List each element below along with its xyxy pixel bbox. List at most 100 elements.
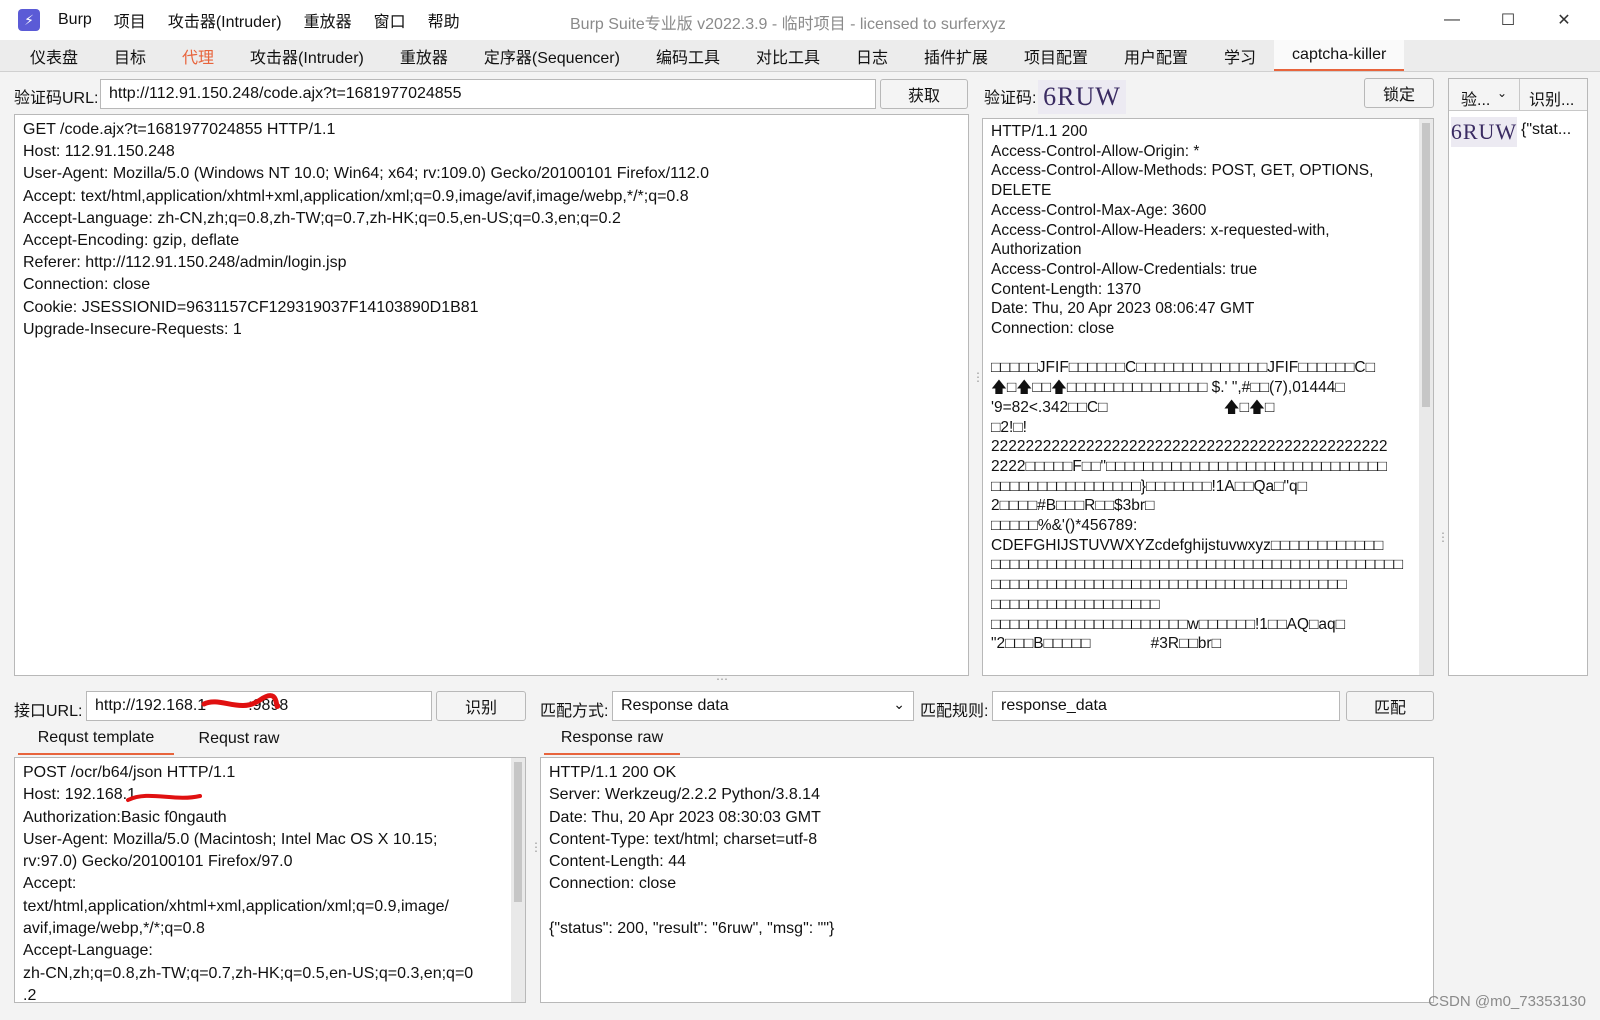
tab-captcha-killer[interactable]: captcha-killer <box>1274 40 1405 71</box>
template-line: Accept: <box>23 875 77 893</box>
captcha-response-line <box>991 339 1425 359</box>
captcha-response-line: "2□□□B□□□□□ #3R□□br□ <box>991 635 1221 653</box>
request-line: Accept-Encoding: gzip, deflate <box>23 232 240 250</box>
history-row-captcha-image[interactable]: 6RUW <box>1451 117 1517 147</box>
api-url-value: http://192.168.1 <box>95 697 207 714</box>
request-line: Host: 112.91.150.248 <box>23 143 175 161</box>
request-line: Upgrade-Insecure-Requests: 1 <box>23 320 242 338</box>
captcha-response-line: □□□□□□□□□□□□□□□□□□□□□□□□□□□□□□□□□□□□□□ <box>991 576 1347 594</box>
tab-proxy[interactable]: 代理 <box>164 40 232 71</box>
menu-intruder[interactable]: 攻击器(Intruder) <box>168 8 290 32</box>
minimize-icon[interactable]: — <box>1432 6 1472 34</box>
response-line: HTTP/1.1 200 OK <box>549 764 677 781</box>
request-line: Referer: http://112.91.150.248/admin/log… <box>23 254 347 272</box>
match-rule-label: 匹配规则: <box>920 703 989 720</box>
tab-extensions[interactable]: 插件扩展 <box>906 40 1006 71</box>
captcha-url-label: 验证码URL: <box>14 90 99 107</box>
response-line: Content-Type: text/html; charset=utf-8 <box>549 830 818 848</box>
response-lines: HTTP/1.1 200 OK Server: Werkzeug/2.2.2 Py… <box>541 758 1433 944</box>
tab-target[interactable]: 目标 <box>96 40 164 71</box>
captcha-response-line: 🡅□🡅□□🡅□□□□□□□□□□□□□□□ $.' ",#□□(7),01444… <box>991 379 1345 397</box>
captcha-response-scrollbar[interactable] <box>1419 119 1433 675</box>
template-line: Authorization:Basic f0ngauth <box>23 808 227 826</box>
menu-project[interactable]: 项目 <box>114 8 154 32</box>
captcha-response-line: Content-Length: 1370 <box>991 280 1141 298</box>
captcha-response-viewer[interactable]: HTTP/1.1 200 Access-Control-Allow-Origin:… <box>982 118 1434 676</box>
captcha-response-line: □□□□□□□□□□□□□□□□□□ <box>991 595 1160 613</box>
history-row-result[interactable]: {"stat... <box>1521 121 1571 139</box>
tab-decoder[interactable]: 编码工具 <box>638 40 738 71</box>
main-tab-bar: 仪表盘 目标 代理 攻击器(Intruder) 重放器 定序器(Sequence… <box>0 40 1600 72</box>
template-line: Host: 192.168.1 <box>23 786 136 804</box>
tab-request-template[interactable]: Requst template <box>18 723 174 755</box>
captcha-response-line: Date: Thu, 20 Apr 2023 08:06:47 GMT <box>991 300 1255 318</box>
captcha-request-editor[interactable]: GET /code.ajx?t=1681977024855 HTTP/1.1 Ho… <box>14 114 969 676</box>
redaction-underline <box>126 793 202 802</box>
request-lines: GET /code.ajx?t=1681977024855 HTTP/1.1 Ho… <box>15 115 968 345</box>
tab-dashboard[interactable]: 仪表盘 <box>12 40 96 71</box>
match-mode-select[interactable]: Response data ⌄ <box>612 691 914 721</box>
history-col-captcha[interactable]: 验... <box>1461 86 1490 110</box>
captcha-response-line: CDEFGHIJSTUVWXYZcdefghijstuvwxyz□□□□□□□□… <box>991 536 1384 554</box>
captcha-response-line: Access-Control-Max-Age: 3600 <box>991 201 1207 219</box>
tab-learn[interactable]: 学习 <box>1206 40 1274 71</box>
captcha-response-line: Access-Control-Allow-Methods: POST, GET,… <box>991 162 1374 180</box>
close-icon[interactable]: ✕ <box>1544 6 1584 34</box>
scrollbar-thumb[interactable] <box>514 762 522 902</box>
template-line: User-Agent: Mozilla/5.0 (Macintosh; Inte… <box>23 830 438 848</box>
tab-sequencer[interactable]: 定序器(Sequencer) <box>466 40 638 71</box>
chevron-down-icon: ⌄ <box>1497 86 1508 100</box>
tab-repeater[interactable]: 重放器 <box>382 40 466 71</box>
response-line: Server: Werkzeug/2.2.2 Python/3.8.14 <box>549 786 820 804</box>
captcha-response-line: Authorization <box>991 241 1082 259</box>
menu-bar: Burp 项目 攻击器(Intruder) 重放器 窗口 帮助 <box>58 0 482 40</box>
history-col-result[interactable]: 识别... <box>1529 86 1574 110</box>
captcha-image: 6RUW <box>1038 80 1126 114</box>
horizontal-splitter-handle[interactable]: ⋯ <box>716 672 728 686</box>
template-scrollbar[interactable] <box>511 758 525 1002</box>
tab-comparer[interactable]: 对比工具 <box>738 40 838 71</box>
captcha-url-input[interactable]: http://112.91.150.248/code.ajx?t=1681977… <box>100 79 876 109</box>
response-line: Content-Length: 44 <box>549 853 686 871</box>
tab-user-options[interactable]: 用户配置 <box>1106 40 1206 71</box>
lock-button[interactable]: 锁定 <box>1364 78 1434 108</box>
burp-lightning-icon: ⚡ <box>18 9 40 31</box>
recognize-button[interactable]: 识别 <box>436 691 526 721</box>
template-line: POST /ocr/b64/json HTTP/1.1 <box>23 764 236 781</box>
history-table: 验... ⌄ 识别... 6RUW {"stat... <box>1448 78 1588 676</box>
template-line: Accept-Language: <box>23 942 153 960</box>
template-line: rv:97.0) Gecko/20100101 Firefox/97.0 <box>23 853 293 871</box>
menu-burp[interactable]: Burp <box>58 11 100 29</box>
menu-repeater[interactable]: 重放器 <box>304 8 360 32</box>
tab-logger[interactable]: 日志 <box>838 40 906 71</box>
watermark: CSDN @m0_73353130 <box>1428 993 1586 1010</box>
match-rule-input[interactable]: response_data <box>992 691 1340 721</box>
template-lines: POST /ocr/b64/json HTTP/1.1 Host: 192.168… <box>15 758 525 1003</box>
captcha-label: 验证码: <box>984 90 1037 107</box>
captcha-response-line: □□□□□□□□□□□□□□□□}□□□□□□□!1A□□Qa□"q□ <box>991 477 1308 495</box>
captcha-response-line: DELETE <box>991 182 1052 200</box>
scrollbar-thumb[interactable] <box>1422 123 1430 407</box>
tab-project-options[interactable]: 项目配置 <box>1006 40 1106 71</box>
captcha-response-line: Access-Control-Allow-Origin: * <box>991 142 1200 160</box>
menu-help[interactable]: 帮助 <box>428 8 468 32</box>
response-line: Connection: close <box>549 875 677 893</box>
tab-intruder[interactable]: 攻击器(Intruder) <box>232 40 382 71</box>
vertical-splitter-handle[interactable]: ⋮ <box>972 370 984 384</box>
menu-window[interactable]: 窗口 <box>374 8 414 32</box>
tab-response-raw[interactable]: Response raw <box>544 723 680 755</box>
column-divider <box>1519 79 1520 111</box>
fetch-button[interactable]: 获取 <box>880 79 968 109</box>
request-template-editor[interactable]: POST /ocr/b64/json HTTP/1.1 Host: 192.168… <box>14 757 526 1003</box>
template-line: .2 <box>23 986 37 1003</box>
ocr-response-viewer[interactable]: HTTP/1.1 200 OK Server: Werkzeug/2.2.2 Py… <box>540 757 1434 1003</box>
maximize-icon[interactable]: ☐ <box>1488 6 1528 34</box>
match-button[interactable]: 匹配 <box>1346 691 1434 721</box>
match-mode-value: Response data <box>621 697 729 714</box>
chevron-down-icon: ⌄ <box>893 696 905 712</box>
tab-request-raw[interactable]: Requst raw <box>180 723 298 755</box>
captcha-response-line: HTTP/1.1 200 <box>991 123 1088 140</box>
response-line: {"status": 200, "result": "6ruw", "msg":… <box>549 920 835 938</box>
captcha-response-line: Connection: close <box>991 320 1115 338</box>
redaction-scribble <box>201 693 280 709</box>
